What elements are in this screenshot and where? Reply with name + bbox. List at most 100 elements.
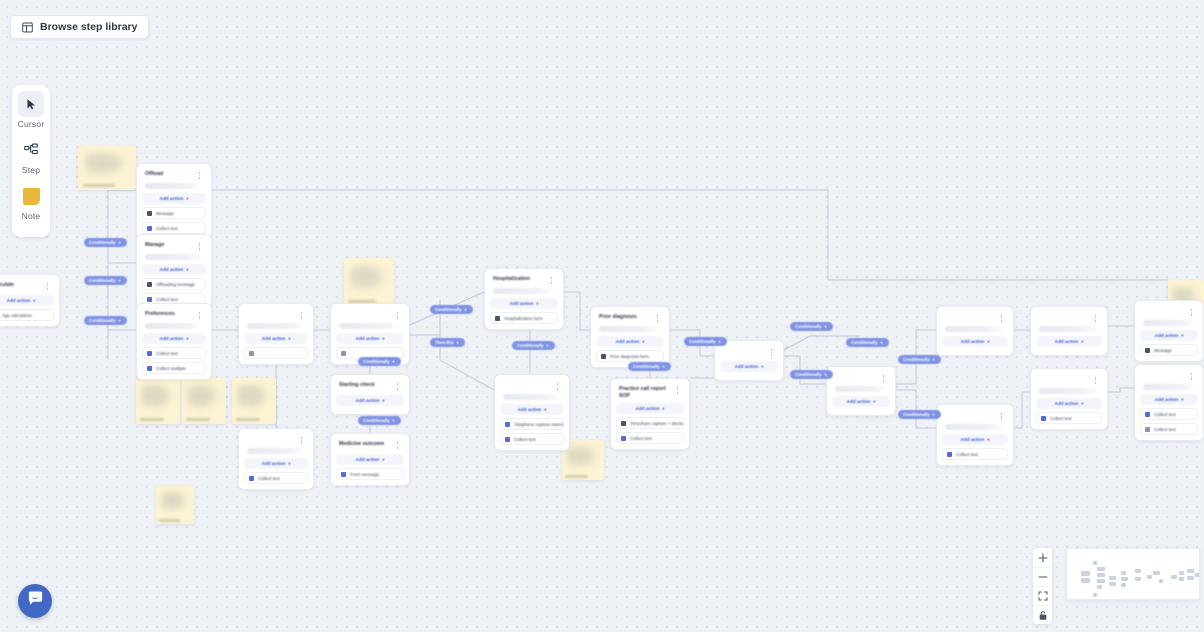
flow-step-card[interactable]: Add action ▾ Collect text	[238, 428, 314, 490]
kebab-menu-icon[interactable]	[196, 171, 203, 180]
card-action-row[interactable]: Collect text	[1140, 423, 1198, 435]
zoom-in-button[interactable]	[1033, 548, 1052, 567]
add-action-button[interactable]: Add action ▾	[0, 295, 54, 306]
edge-condition-label[interactable]: Conditionally ▾	[358, 416, 401, 425]
add-action-button[interactable]: Add action ▾	[832, 396, 890, 407]
card-action-row[interactable]: Form message	[336, 468, 404, 480]
flow-step-card[interactable]: Add action ▾ Message	[1134, 300, 1204, 362]
edge-condition-label[interactable]: Conditionally ▾	[430, 305, 473, 314]
kebab-menu-icon[interactable]	[674, 386, 681, 395]
flow-step-card[interactable]: Add action ▾	[238, 303, 314, 365]
edge-condition-label[interactable]: Conditionally ▾	[846, 338, 889, 347]
kebab-menu-icon[interactable]	[196, 311, 203, 320]
sticky-note[interactable]	[78, 146, 136, 190]
kebab-menu-icon[interactable]	[880, 374, 887, 383]
kebab-menu-icon[interactable]	[394, 441, 401, 450]
flow-step-card[interactable]: Offload Add action ▾ Message Collect text	[136, 163, 212, 240]
flow-step-card[interactable]: Calculate Add action▾ Age calculation	[0, 274, 60, 327]
kebab-menu-icon[interactable]	[196, 242, 203, 251]
sticky-note[interactable]	[136, 378, 180, 424]
card-action-row[interactable]: Collect text	[616, 432, 684, 444]
zoom-out-button[interactable]	[1033, 567, 1052, 586]
edge-condition-label[interactable]: Then this ▾	[430, 338, 465, 347]
edge-condition-label[interactable]: Conditionally ▾	[790, 322, 833, 331]
kebab-menu-icon[interactable]	[1092, 314, 1099, 323]
card-action-row[interactable]: Collect text	[244, 472, 308, 484]
edge-condition-label[interactable]: Conditionally ▾	[628, 362, 671, 371]
card-action-row[interactable]: Collect text	[942, 448, 1008, 460]
edge-condition-label[interactable]: Conditionally ▾	[898, 355, 941, 364]
kebab-menu-icon[interactable]	[1188, 308, 1195, 317]
add-action-button[interactable]: Add action ▾	[720, 361, 778, 372]
card-action-row[interactable]: Hospitalization form	[490, 312, 558, 324]
sticky-note[interactable]	[344, 258, 394, 306]
add-action-button[interactable]: Add action ▾	[942, 336, 1008, 347]
flow-step-card[interactable]: Add action▾ Telephone capture interviewer…	[494, 374, 570, 451]
flow-step-card[interactable]: Starting check Add action ▾	[330, 374, 410, 415]
add-action-button[interactable]: Add action ▾	[336, 454, 404, 465]
card-action-row[interactable]: Collect text	[1140, 408, 1198, 420]
kebab-menu-icon[interactable]	[654, 314, 661, 323]
card-action-row[interactable]: Collect text	[500, 433, 564, 445]
kebab-menu-icon[interactable]	[1092, 376, 1099, 385]
card-action-row[interactable]: Collect text	[142, 222, 206, 234]
edge-condition-label[interactable]: Conditionally ▾	[512, 341, 555, 350]
add-action-button[interactable]: Add action ▾	[942, 434, 1008, 445]
edge-condition-label[interactable]: Conditionally ▾	[84, 276, 127, 285]
card-action-row[interactable]	[244, 347, 308, 359]
flow-step-card[interactable]: Add action ▾ Collect text Collect text	[1134, 364, 1204, 441]
add-action-button[interactable]: Add action ▾	[336, 333, 404, 344]
minimap[interactable]	[1066, 548, 1200, 600]
edge-condition-label[interactable]: Conditionally ▾	[684, 337, 727, 346]
tool-note[interactable]: Note	[12, 183, 50, 229]
sticky-note[interactable]	[156, 486, 194, 524]
edge-condition-label[interactable]: Conditionally ▾	[790, 370, 833, 379]
lock-button[interactable]	[1033, 605, 1052, 624]
kebab-menu-icon[interactable]	[394, 311, 401, 320]
fit-view-button[interactable]	[1033, 586, 1052, 605]
flow-step-card[interactable]: Add action ▾ Collect text	[1030, 368, 1108, 430]
sticky-note[interactable]	[182, 378, 226, 424]
add-action-button[interactable]: Add action ▾	[616, 403, 684, 414]
add-action-button[interactable]: Add action ▾	[1036, 336, 1102, 347]
add-action-button[interactable]: Add action ▾	[244, 458, 308, 469]
chat-bubble-button[interactable]	[18, 584, 52, 618]
add-action-button[interactable]: Add action ▾	[596, 336, 664, 347]
flow-step-card[interactable]: Preferences Add action ▾ Collect text Collec…	[136, 303, 212, 380]
add-action-button[interactable]: Add action ▾	[142, 193, 206, 204]
kebab-menu-icon[interactable]	[298, 436, 305, 445]
add-action-button[interactable]: Add action ▾	[142, 333, 206, 344]
edge-condition-label[interactable]: Conditionally ▾	[898, 410, 941, 419]
add-action-button[interactable]: Add action ▾	[1036, 398, 1102, 409]
add-action-button[interactable]: Add action ▾	[336, 395, 404, 406]
add-action-button[interactable]: Add action ▾	[244, 333, 308, 344]
flow-step-card[interactable]: Practice call report SOP Add action ▾ Times…	[610, 378, 690, 450]
kebab-menu-icon[interactable]	[298, 311, 305, 320]
tool-cursor[interactable]: Cursor	[12, 91, 50, 137]
kebab-menu-icon[interactable]	[548, 276, 555, 285]
kebab-menu-icon[interactable]	[44, 282, 51, 291]
card-action-row[interactable]: Message	[142, 207, 206, 219]
flow-canvas[interactable]: Browse step library Cursor Step Note Off…	[0, 0, 1204, 632]
flow-step-card[interactable]: Add action ▾	[714, 340, 784, 381]
card-action-row[interactable]: Timeshare capture + disclaimer	[616, 417, 684, 429]
kebab-menu-icon[interactable]	[554, 382, 561, 391]
card-action-row[interactable]: Offloading message	[142, 278, 206, 290]
card-action-row[interactable]: Collect text	[142, 347, 206, 359]
card-action-row[interactable]: Age calculation	[0, 309, 54, 321]
tool-step[interactable]: Step	[12, 137, 50, 183]
flow-step-card[interactable]: Manage Add action ▾ Offloading message Colle…	[136, 234, 212, 311]
card-action-row[interactable]: Telephone capture interviewer	[500, 418, 564, 430]
flow-step-card[interactable]: Add action ▾	[826, 366, 896, 416]
card-action-row[interactable]: Collect multiple	[142, 362, 206, 374]
kebab-menu-icon[interactable]	[394, 382, 401, 391]
add-action-button[interactable]: Add action ▾	[490, 298, 558, 309]
sticky-note[interactable]	[232, 378, 276, 424]
kebab-menu-icon[interactable]	[998, 412, 1005, 421]
card-action-row[interactable]: Message	[1140, 344, 1198, 356]
add-action-button[interactable]: Add action ▾	[500, 404, 564, 415]
flow-step-card[interactable]: Add action ▾ Collect text	[936, 404, 1014, 466]
flow-step-card[interactable]: Add action ▾	[330, 303, 410, 365]
add-action-button[interactable]: Add action ▾	[1140, 394, 1198, 405]
card-action-row[interactable]: Collect text	[1036, 412, 1102, 424]
